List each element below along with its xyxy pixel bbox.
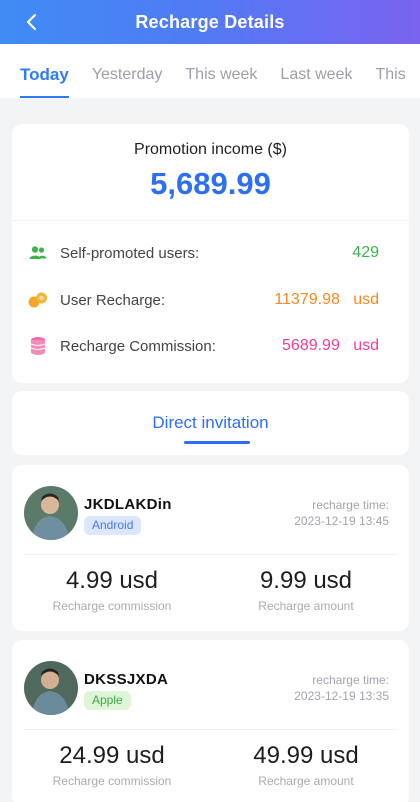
tab-this-week[interactable]: This week [185,44,257,98]
commission-column: 24.99 usd Recharge commission [12,742,212,788]
platform-badge: Android [84,516,142,535]
platform-badge: Apple [84,691,131,710]
user-name: DKSSJXDA [84,671,169,688]
amount-column: 49.99 usd Recharge amount [206,742,406,788]
list-item[interactable]: DKSSJXDA Apple recharge time: 2023-12-19… [12,640,409,802]
commission-label: Recharge commission [52,774,172,788]
self-promoted-users-value: 429 [352,244,379,261]
list-item[interactable]: JKDLAKDin Android recharge time: 2023-12… [12,465,409,631]
promotion-income-amount: 5,689.99 [150,166,271,201]
amount-column: 9.99 usd Recharge amount [206,567,406,613]
user-recharge-row: User Recharge: 11379.98 usd [28,288,379,312]
back-arrow-icon[interactable] [20,10,44,34]
recharge-time-label: recharge time: [312,673,389,687]
amount-value: 49.99 usd [253,742,359,769]
self-promoted-users-row: Self-promoted users: 429 [28,241,379,265]
row-label: Recharge Commission: [60,337,216,355]
tab-this-month[interactable]: This [375,44,405,98]
user-name: JKDLAKDin [84,496,172,513]
stack-icon [28,336,48,356]
tab-yesterday[interactable]: Yesterday [92,44,163,98]
active-tab-underline [184,441,250,444]
avatar [24,486,78,540]
tab-direct-invitation[interactable]: Direct invitation [12,413,409,433]
income-summary-card: Promotion income ($) 5,689.99 Self-promo… [12,124,409,383]
recharge-time-value: 2023-12-19 13:35 [294,689,389,703]
divider [24,729,397,730]
page-title: Recharge Details [135,11,285,32]
commission-value: 24.99 usd [59,742,165,769]
recharge-time-label: recharge time: [312,498,389,512]
recharge-time-value: 2023-12-19 13:45 [294,514,389,528]
amount-value: 9.99 usd [259,567,353,594]
commission-label: Recharge commission [52,599,172,613]
commission-column: 4.99 usd Recharge commission [12,567,212,613]
tab-last-week[interactable]: Last week [280,44,352,98]
divider [24,554,397,555]
row-label: Self-promoted users: [60,244,200,262]
date-filter-tabs: Today Yesterday This week Last week This [0,44,420,98]
promotion-income-label: Promotion income ($) [134,141,287,158]
row-label: User Recharge: [60,291,166,309]
app-header: Recharge Details [0,0,420,44]
tab-today[interactable]: Today [20,44,69,98]
coins-icon [28,290,48,310]
divider [12,220,409,221]
avatar [24,661,78,715]
amount-label: Recharge amount [258,599,354,613]
users-icon [28,243,48,263]
recharge-commission-row: Recharge Commission: 5689.99 usd [28,334,379,358]
amount-label: Recharge amount [258,774,354,788]
invitation-tab-bar: Direct invitation [12,391,409,455]
user-recharge-value: 11379.98 usd [274,291,379,308]
recharge-commission-value: 5689.99 usd [282,337,379,354]
commission-value: 4.99 usd [65,567,159,594]
